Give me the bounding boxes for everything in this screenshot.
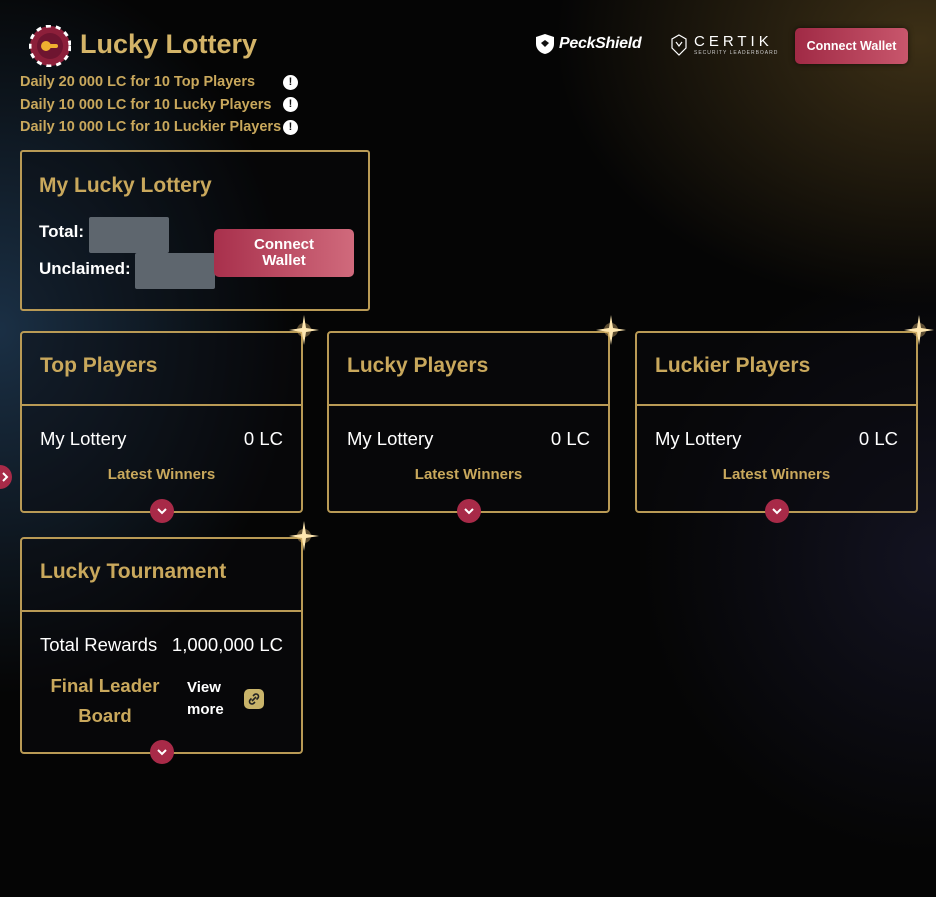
- final-leader-board-label: Final Leader Board: [50, 675, 160, 726]
- side-expand-button[interactable]: [0, 465, 12, 489]
- certik-sub-label: SECURITY LEADERBOARD: [694, 50, 779, 56]
- lucky-players-card: Lucky Players My Lottery 0 LC Latest Win…: [327, 315, 626, 523]
- chevron-down-icon: [156, 508, 167, 515]
- lottery-logo-icon: [28, 24, 72, 68]
- info-icon[interactable]: !: [283, 97, 298, 112]
- expand-button[interactable]: [764, 499, 789, 523]
- latest-winners-link[interactable]: Latest Winners: [637, 466, 916, 483]
- card-header: Lucky Tournament: [22, 539, 301, 612]
- unclaimed-value-placeholder: [135, 253, 215, 289]
- info-line-luckier-players: Daily 10 000 LC for 10 Luckier Players: [20, 119, 282, 135]
- connect-wallet-button[interactable]: Connect Wallet: [795, 28, 908, 64]
- card-title: Lucky Players: [347, 354, 489, 377]
- view-more-link[interactable]: View more: [187, 677, 237, 721]
- total-rewards-value: 1,000,000 LC: [171, 634, 283, 655]
- connect-line-1: Connect: [254, 236, 314, 253]
- my-lottery-value: 0 LC: [243, 428, 283, 449]
- my-lottery-value: 0 LC: [550, 428, 590, 449]
- my-lottery-label: My Lottery: [655, 428, 742, 449]
- my-lottery-value: 0 LC: [858, 428, 898, 449]
- chevron-right-icon: [2, 472, 9, 482]
- my-lottery-panel: My Lucky Lottery Total: Unclaimed: Conne…: [20, 150, 370, 311]
- expand-button[interactable]: [456, 499, 481, 523]
- chevron-down-icon: [771, 508, 782, 515]
- luckier-players-card: Luckier Players My Lottery 0 LC Latest W…: [635, 315, 934, 523]
- info-line-lucky-players: Daily 10 000 LC for 10 Lucky Players: [20, 97, 272, 113]
- peckshield-label: PeckShield: [559, 35, 642, 52]
- shield-icon: [536, 34, 554, 54]
- unclaimed-label: Unclaimed:: [39, 259, 131, 278]
- panel-connect-wallet-button[interactable]: Connect Wallet: [214, 229, 354, 277]
- info-icon[interactable]: !: [283, 120, 298, 135]
- card-title: Lucky Tournament: [40, 560, 227, 583]
- card-title: Top Players: [40, 354, 158, 377]
- expand-button[interactable]: [149, 499, 174, 523]
- card-title: Luckier Players: [655, 354, 811, 377]
- connect-line-2: Wallet: [262, 252, 306, 269]
- top-players-card: Top Players My Lottery 0 LC Latest Winne…: [20, 315, 319, 523]
- my-lottery-label: My Lottery: [40, 428, 127, 449]
- app-title: Lucky Lottery: [80, 29, 258, 59]
- info-line-top-players: Daily 20 000 LC for 10 Top Players: [20, 74, 256, 90]
- card-header: Lucky Players: [329, 333, 608, 406]
- chevron-down-icon: [463, 508, 474, 515]
- my-lottery-label: My Lottery: [347, 428, 434, 449]
- certik-label: CERTIK: [694, 33, 773, 50]
- total-label: Total:: [39, 222, 85, 241]
- card-header: Top Players: [22, 333, 301, 406]
- lucky-tournament-card: Lucky Tournament Total Rewards 1,000,000…: [20, 521, 319, 764]
- total-value-placeholder: [89, 217, 169, 253]
- info-icon[interactable]: !: [283, 75, 298, 90]
- latest-winners-link[interactable]: Latest Winners: [22, 466, 301, 483]
- card-header: Luckier Players: [637, 333, 916, 406]
- chevron-down-icon: [156, 749, 167, 756]
- peckshield-logo[interactable]: PeckShield: [535, 33, 642, 55]
- latest-winners-link[interactable]: Latest Winners: [329, 466, 608, 483]
- certik-logo[interactable]: CERTIK SECURITY LEADERBOARD: [668, 33, 778, 57]
- expand-button[interactable]: [149, 740, 174, 764]
- total-rewards-label: Total Rewards: [40, 634, 158, 655]
- my-lottery-title: My Lucky Lottery: [39, 174, 212, 197]
- link-icon[interactable]: [244, 689, 264, 709]
- lion-icon: [671, 34, 687, 56]
